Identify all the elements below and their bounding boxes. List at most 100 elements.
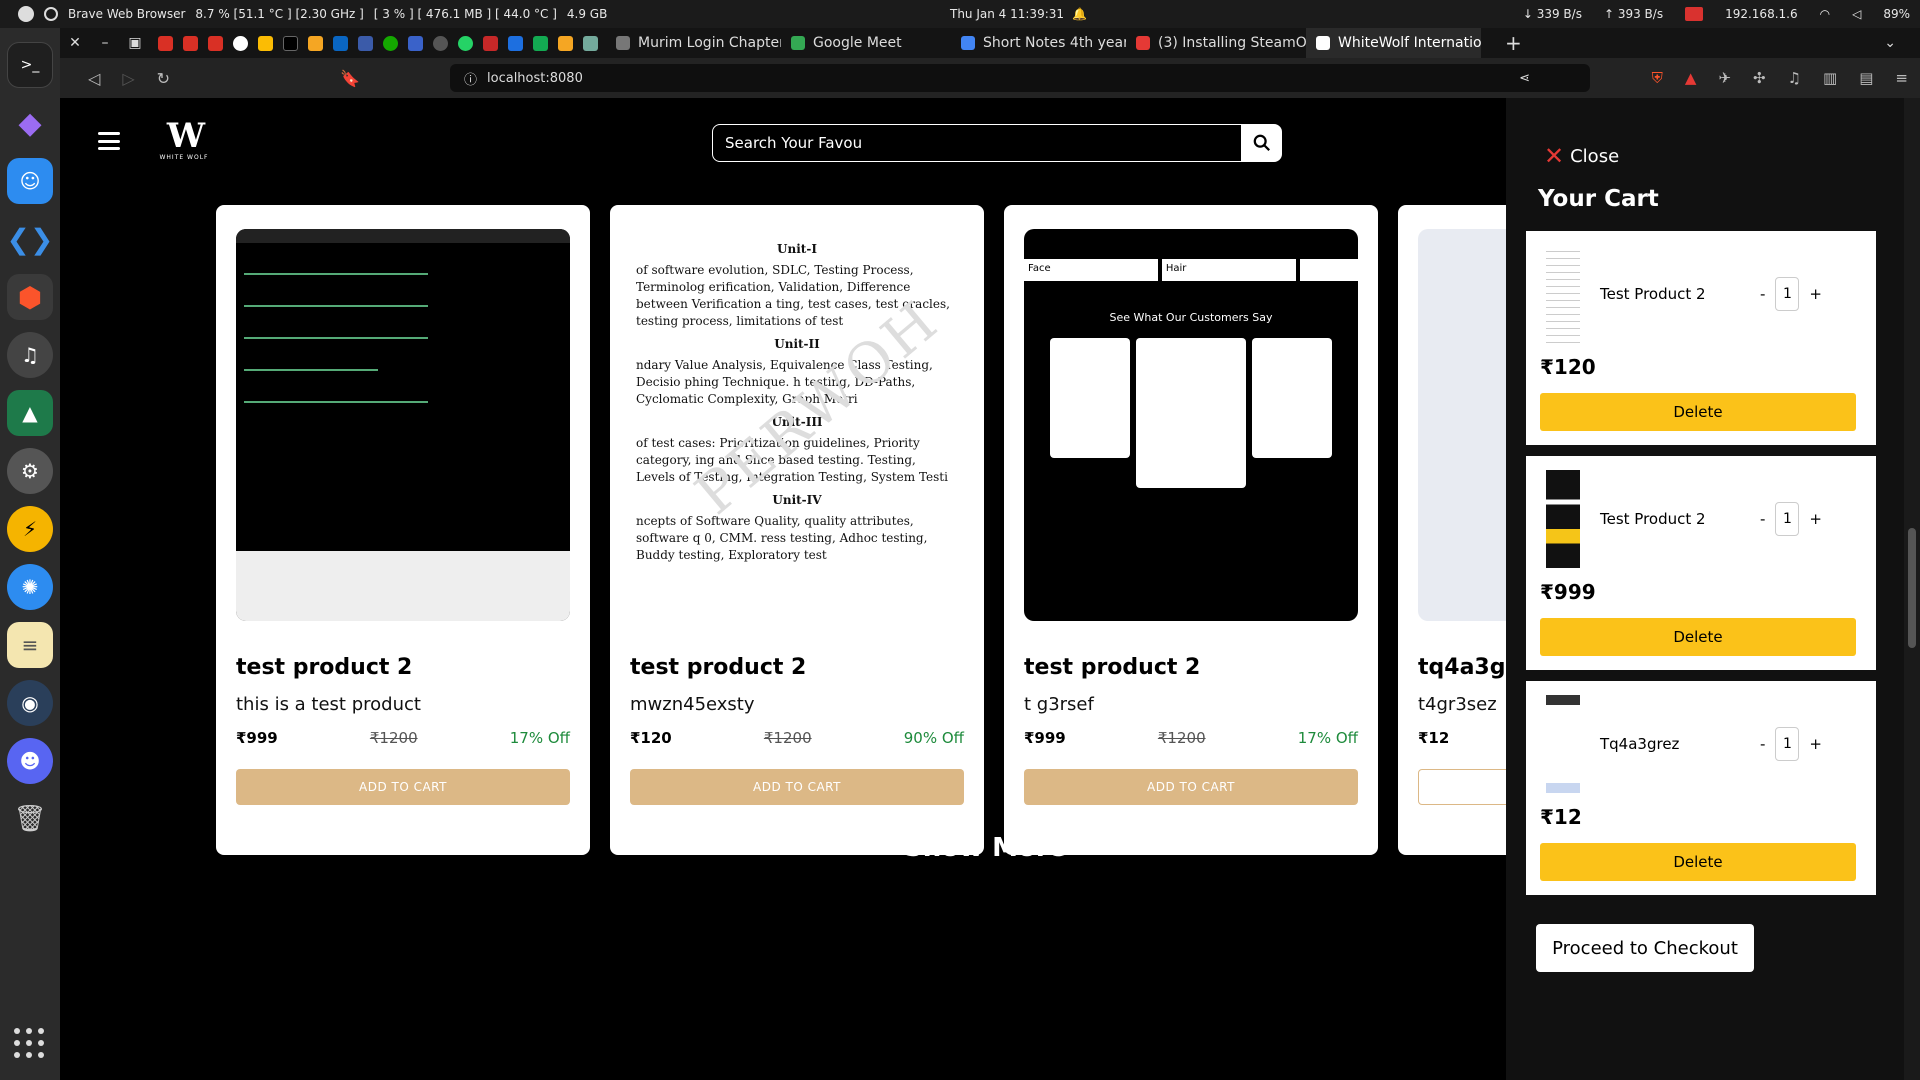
box-icon[interactable] xyxy=(558,35,573,51)
product-image[interactable]: Face Hair See What Our Customers Say xyxy=(1024,229,1358,621)
vscode-icon[interactable]: ❮❯ xyxy=(7,216,54,262)
gmail-icon[interactable] xyxy=(183,35,198,51)
new-tab-button[interactable]: + xyxy=(1505,31,1522,55)
steam-icon[interactable]: ◉ xyxy=(7,680,53,726)
product-title[interactable]: tq4a3gr xyxy=(1418,655,1506,680)
bell-icon[interactable]: 🔔 xyxy=(1072,7,1087,21)
gear-icon[interactable]: ✺ xyxy=(7,564,53,610)
wifi-icon[interactable]: ◠ xyxy=(1820,7,1830,21)
qty-decrease-button[interactable]: - xyxy=(1760,510,1765,528)
drive-icon[interactable] xyxy=(258,35,273,51)
music-icon[interactable]: ♫ xyxy=(1788,69,1801,87)
add-to-cart-button[interactable]: ADD TO CART xyxy=(236,769,570,805)
arrow-icon[interactable] xyxy=(508,35,523,51)
trash-icon[interactable]: 🗑 xyxy=(7,796,53,842)
battery[interactable]: 89% xyxy=(1883,7,1910,21)
qty-field[interactable]: 1 xyxy=(1775,277,1800,311)
finder-icon[interactable]: ☺ xyxy=(7,158,53,204)
obsidian-icon[interactable]: ◆ xyxy=(7,100,53,146)
page-scrollbar[interactable] xyxy=(1904,98,1920,1080)
discord-icon[interactable]: ☻ xyxy=(7,738,53,784)
site-info-icon[interactable]: ⓘ xyxy=(464,69,477,88)
tab-murim[interactable]: Murim Login Chapter 34 - E xyxy=(606,28,781,58)
reload-icon[interactable]: ↻ xyxy=(157,69,170,88)
chatgpt-icon[interactable] xyxy=(583,35,598,51)
qty-increase-button[interactable]: + xyxy=(1809,735,1822,753)
apple-menu-icon[interactable] xyxy=(18,6,34,22)
mongodb-icon[interactable] xyxy=(533,35,548,51)
reload-tab-icon[interactable] xyxy=(433,35,448,51)
volume-icon[interactable]: ◁ xyxy=(1852,7,1861,21)
sidebar-icon[interactable]: ▥ xyxy=(1823,69,1837,87)
qty-field[interactable]: 1 xyxy=(1775,727,1800,761)
delete-button[interactable]: Delete xyxy=(1540,618,1856,656)
bookmark-icon[interactable] xyxy=(308,35,323,51)
notes-icon[interactable]: ≡ xyxy=(7,622,53,668)
brave-rewards-icon[interactable]: ▲ xyxy=(1685,69,1697,87)
checkout-button[interactable]: Proceed to Checkout xyxy=(1536,924,1754,972)
product-card[interactable]: test product 2 this is a test product ₹9… xyxy=(216,205,590,855)
url-field[interactable]: ⓘ localhost:8080 ⋖ xyxy=(450,64,1590,92)
add-to-cart-button[interactable]: ADD TO CART xyxy=(1024,769,1358,805)
qty-field[interactable]: 1 xyxy=(1775,502,1800,536)
system-monitor-icon[interactable]: ▲ xyxy=(7,390,53,436)
tab-short-notes[interactable]: Short Notes 4th year - Goog xyxy=(951,28,1126,58)
settings-icon[interactable]: ⚙ xyxy=(7,448,53,494)
back-icon[interactable]: ◁ xyxy=(88,69,100,88)
delete-button[interactable]: Delete xyxy=(1540,393,1856,431)
product-card[interactable]: Face Hair See What Our Customers Say tes… xyxy=(1004,205,1378,855)
gfg-icon[interactable] xyxy=(483,35,498,51)
menu-icon[interactable]: ≡ xyxy=(1895,69,1908,87)
tab-list-chevron-icon[interactable]: ⌄ xyxy=(1884,35,1896,51)
tab-whitewolf[interactable]: WhiteWolf International ✕ xyxy=(1306,28,1481,58)
scrollbar-thumb[interactable] xyxy=(1908,528,1916,648)
cart-close-button[interactable]: ✕ Close xyxy=(1544,142,1619,170)
product-image[interactable] xyxy=(236,229,570,621)
bookmark-icon[interactable]: 🔖 xyxy=(340,69,360,88)
app-grid-icon[interactable] xyxy=(14,1028,46,1060)
show-more-button[interactable]: Show More xyxy=(904,833,1066,863)
window-close-icon[interactable]: ✕ xyxy=(60,35,90,51)
brave-icon[interactable]: ⬢ xyxy=(7,274,53,320)
tab-google-meet[interactable]: Google Meet xyxy=(781,28,951,58)
whatsapp-icon[interactable] xyxy=(458,35,473,51)
product-title[interactable]: test product 2 xyxy=(1024,655,1358,680)
datetime[interactable]: Thu Jan 4 11:39:31 xyxy=(950,7,1064,21)
product-image[interactable] xyxy=(1418,229,1506,621)
search-input[interactable] xyxy=(712,124,1242,162)
add-to-cart-button[interactable] xyxy=(1418,769,1506,805)
forward-icon[interactable]: ▷ xyxy=(122,69,134,88)
tab-youtube[interactable]: (3) Installing SteamOS on a xyxy=(1126,28,1306,58)
extension-icon[interactable]: ✈ xyxy=(1718,69,1731,87)
product-image[interactable]: PERWOH Unit-I of software evolution, SDL… xyxy=(630,229,964,621)
window-maximize-icon[interactable]: ▣ xyxy=(120,35,150,51)
qty-decrease-button[interactable]: - xyxy=(1760,735,1765,753)
x-icon[interactable] xyxy=(283,35,298,51)
window-minimize-icon[interactable]: – xyxy=(90,35,120,51)
product-card[interactable]: PERWOH Unit-I of software evolution, SDL… xyxy=(610,205,984,855)
music-icon[interactable]: ♫ xyxy=(7,332,53,378)
upwork-icon[interactable] xyxy=(383,35,398,51)
add-to-cart-button[interactable]: ADD TO CART xyxy=(630,769,964,805)
puzzle-icon[interactable]: ✣ xyxy=(1753,69,1766,87)
docs-icon[interactable] xyxy=(358,35,373,51)
hamburger-menu-icon[interactable] xyxy=(98,132,120,150)
lightning-icon[interactable]: ⚡ xyxy=(7,506,53,552)
linkedin-icon[interactable] xyxy=(333,35,348,51)
google-icon[interactable] xyxy=(233,35,248,51)
qty-increase-button[interactable]: + xyxy=(1809,285,1822,303)
qty-increase-button[interactable]: + xyxy=(1809,510,1822,528)
product-title[interactable]: test product 2 xyxy=(236,655,570,680)
gmail-icon[interactable] xyxy=(208,35,223,51)
gmail-icon[interactable] xyxy=(158,35,173,51)
share-icon[interactable]: ⋖ xyxy=(1519,71,1530,86)
brave-shield-icon[interactable]: ⛨ xyxy=(1652,69,1663,87)
product-title[interactable]: test product 2 xyxy=(630,655,964,680)
product-card[interactable]: tq4a3gr t4gr3sez ₹12 xyxy=(1398,205,1506,855)
qty-decrease-button[interactable]: - xyxy=(1760,285,1765,303)
terminal-icon[interactable]: >_ xyxy=(7,42,53,88)
search-button[interactable] xyxy=(1242,124,1282,162)
delete-button[interactable]: Delete xyxy=(1540,843,1856,881)
moon-icon[interactable] xyxy=(408,35,423,51)
brand-logo[interactable]: W WHITE WOLF xyxy=(156,118,212,166)
